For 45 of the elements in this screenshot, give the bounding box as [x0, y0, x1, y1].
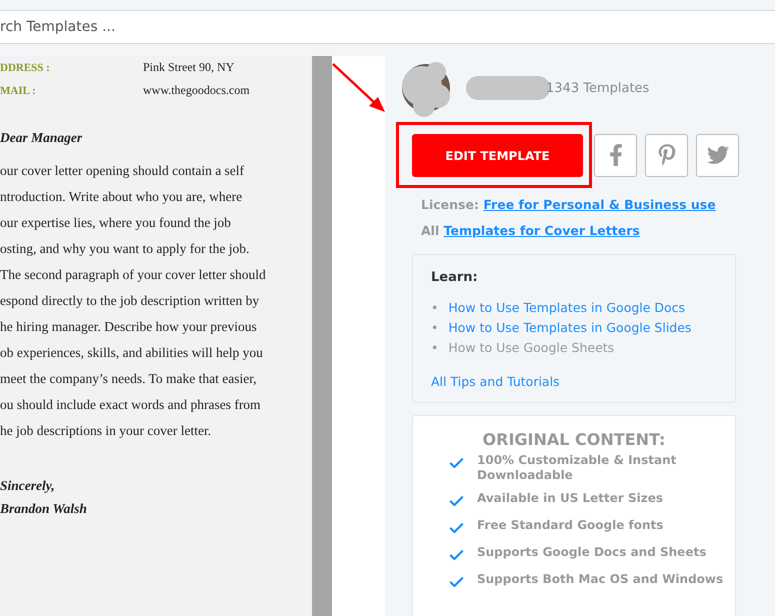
- share-button[interactable]: [645, 134, 688, 176]
- scrollbar[interactable]: [312, 56, 332, 616]
- arrow: [331, 62, 387, 114]
- letter-text: osting, and why you want to apply for the job.: [0, 240, 250, 258]
- bullet: •: [431, 299, 438, 317]
- feature-text: Available in US Letter Sizes: [477, 491, 664, 507]
- feature-text: 100% Customizable & Instant Downloadable: [477, 453, 678, 483]
- letter-text: our expertise lies, where you found the job: [0, 214, 232, 232]
- letter-text: ntroduction. Write about who you are, where: [0, 188, 244, 206]
- letter-text: espond directly to the job description written by: [0, 292, 260, 310]
- tutorial-link[interactable]: How to Use Templates in Google Slides: [448, 318, 692, 338]
- original-content-title: ORIGINAL CONTENT:: [482, 430, 666, 449]
- feature-text: Free Standard Google fonts: [477, 518, 664, 534]
- search-field[interactable]: rch Templates ...: [0, 10, 775, 44]
- signature: Brandon Walsh: [0, 500, 88, 518]
- category-link[interactable]: Templates for Cover Letters: [444, 223, 640, 238]
- tutorial-link[interactable]: How to Use Google Sheets: [448, 338, 614, 358]
- field-label: MAIL :: [0, 84, 37, 96]
- edit-template-button[interactable]: EDIT TEMPLATE: [412, 134, 583, 177]
- feature-text: Supports Both Mac OS and Windows: [477, 572, 724, 588]
- closing: Sincerely,: [0, 477, 56, 495]
- letter-text: he hiring manager. Describe how your previous: [0, 318, 258, 336]
- field-label: DDRESS :: [0, 62, 51, 74]
- letter-text: meet the company’s needs. To make that easier,: [0, 370, 258, 388]
- all-label: All: [421, 223, 440, 238]
- bullet: •: [431, 339, 438, 357]
- share-button[interactable]: [696, 134, 739, 176]
- license-link[interactable]: Free for Personal & Business use: [483, 197, 716, 212]
- letter-text: he job descriptions in your cover letter.: [0, 422, 212, 440]
- learn-title: Learn:: [431, 270, 479, 285]
- field-value: Pink Street 90, NY: [143, 60, 236, 75]
- tutorial-link[interactable]: How to Use Templates in Google Docs: [448, 298, 686, 318]
- all-tutorials-link[interactable]: All Tips and Tutorials: [431, 374, 560, 389]
- license-label: License:: [421, 197, 479, 212]
- feature-text: Supports Google Docs and Sheets: [477, 545, 708, 561]
- bullet: •: [431, 319, 438, 337]
- template-count: 1343 Templates: [546, 80, 650, 96]
- field-value: www.thegoodocs.com: [143, 83, 251, 98]
- letter-text: ob experiences, skills, and abilities will help you: [0, 344, 264, 362]
- letter-text: ou should include exact words and phrases from: [0, 396, 262, 414]
- letter-text: The second paragraph of your cover letter should: [0, 266, 267, 284]
- greeting: Dear Manager: [0, 130, 84, 146]
- twitter-icon: [706, 144, 728, 166]
- share-button[interactable]: [594, 134, 637, 176]
- letter-text: our cover letter opening should contain a self: [0, 162, 246, 180]
